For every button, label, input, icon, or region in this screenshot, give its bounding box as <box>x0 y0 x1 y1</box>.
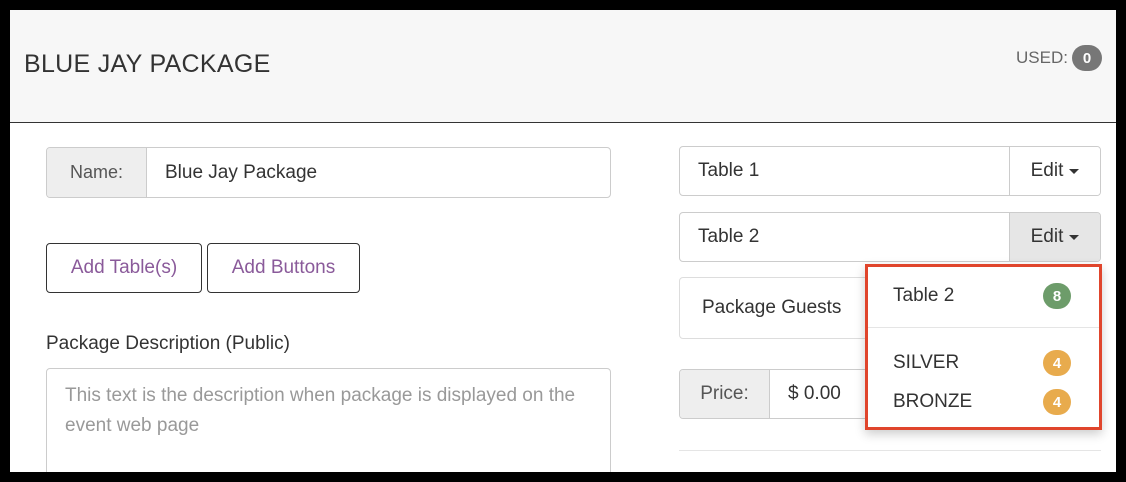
divider <box>679 450 1101 451</box>
edit-label: Edit <box>1030 160 1064 181</box>
name-input[interactable]: Blue Jay Package <box>147 148 610 197</box>
package-panel: BLUE JAY PACKAGE USED: 0 Name: Blue Jay … <box>10 10 1116 472</box>
used-count-badge: 0 <box>1072 45 1102 71</box>
edit-dropdown-menu: Table 2 8 SILVER 4 BRONZE 4 <box>865 264 1102 430</box>
panel-header: BLUE JAY PACKAGE USED: 0 <box>10 10 1116 123</box>
package-guests-label: Package Guests <box>702 297 842 318</box>
dropdown-item-bronze[interactable]: BRONZE 4 <box>893 389 1071 415</box>
name-label: Name: <box>47 148 147 197</box>
caret-down-icon <box>1069 234 1080 240</box>
name-input-group: Name: Blue Jay Package <box>46 147 611 198</box>
count-badge: 8 <box>1043 283 1071 309</box>
edit-label: Edit <box>1030 226 1064 247</box>
dropdown-item-label: SILVER <box>893 352 960 373</box>
table-name-input[interactable]: Table 1 <box>680 147 1009 195</box>
dropdown-item-label: BRONZE <box>893 391 973 412</box>
page-title: BLUE JAY PACKAGE <box>24 50 271 78</box>
table-row-2: Table 2 Edit <box>679 212 1101 262</box>
table-row-1: Table 1 Edit <box>679 146 1101 196</box>
price-label: Price: <box>680 370 770 418</box>
dropdown-item-label: Table 2 <box>893 285 955 306</box>
add-tables-button[interactable]: Add Table(s) <box>46 243 202 293</box>
count-badge: 4 <box>1043 389 1071 415</box>
table-name-input[interactable]: Table 2 <box>680 213 1009 261</box>
price-input[interactable]: $ 0.00 <box>770 370 878 418</box>
add-buttons-button[interactable]: Add Buttons <box>207 243 360 293</box>
used-indicator: USED: 0 <box>1016 45 1102 71</box>
count-badge: 4 <box>1043 350 1071 376</box>
dropdown-divider <box>868 327 1099 328</box>
edit-dropdown-button[interactable]: Edit <box>1009 147 1100 195</box>
edit-dropdown-button[interactable]: Edit <box>1009 213 1100 261</box>
price-input-group: Price: $ 0.00 <box>679 369 879 419</box>
used-label: USED: <box>1016 48 1068 67</box>
description-label: Package Description (Public) <box>46 333 290 354</box>
description-textarea[interactable]: This text is the description when packag… <box>46 368 611 472</box>
dropdown-item-silver[interactable]: SILVER 4 <box>893 350 1071 376</box>
caret-down-icon <box>1069 168 1080 174</box>
dropdown-item-table-2[interactable]: Table 2 8 <box>893 283 1071 309</box>
